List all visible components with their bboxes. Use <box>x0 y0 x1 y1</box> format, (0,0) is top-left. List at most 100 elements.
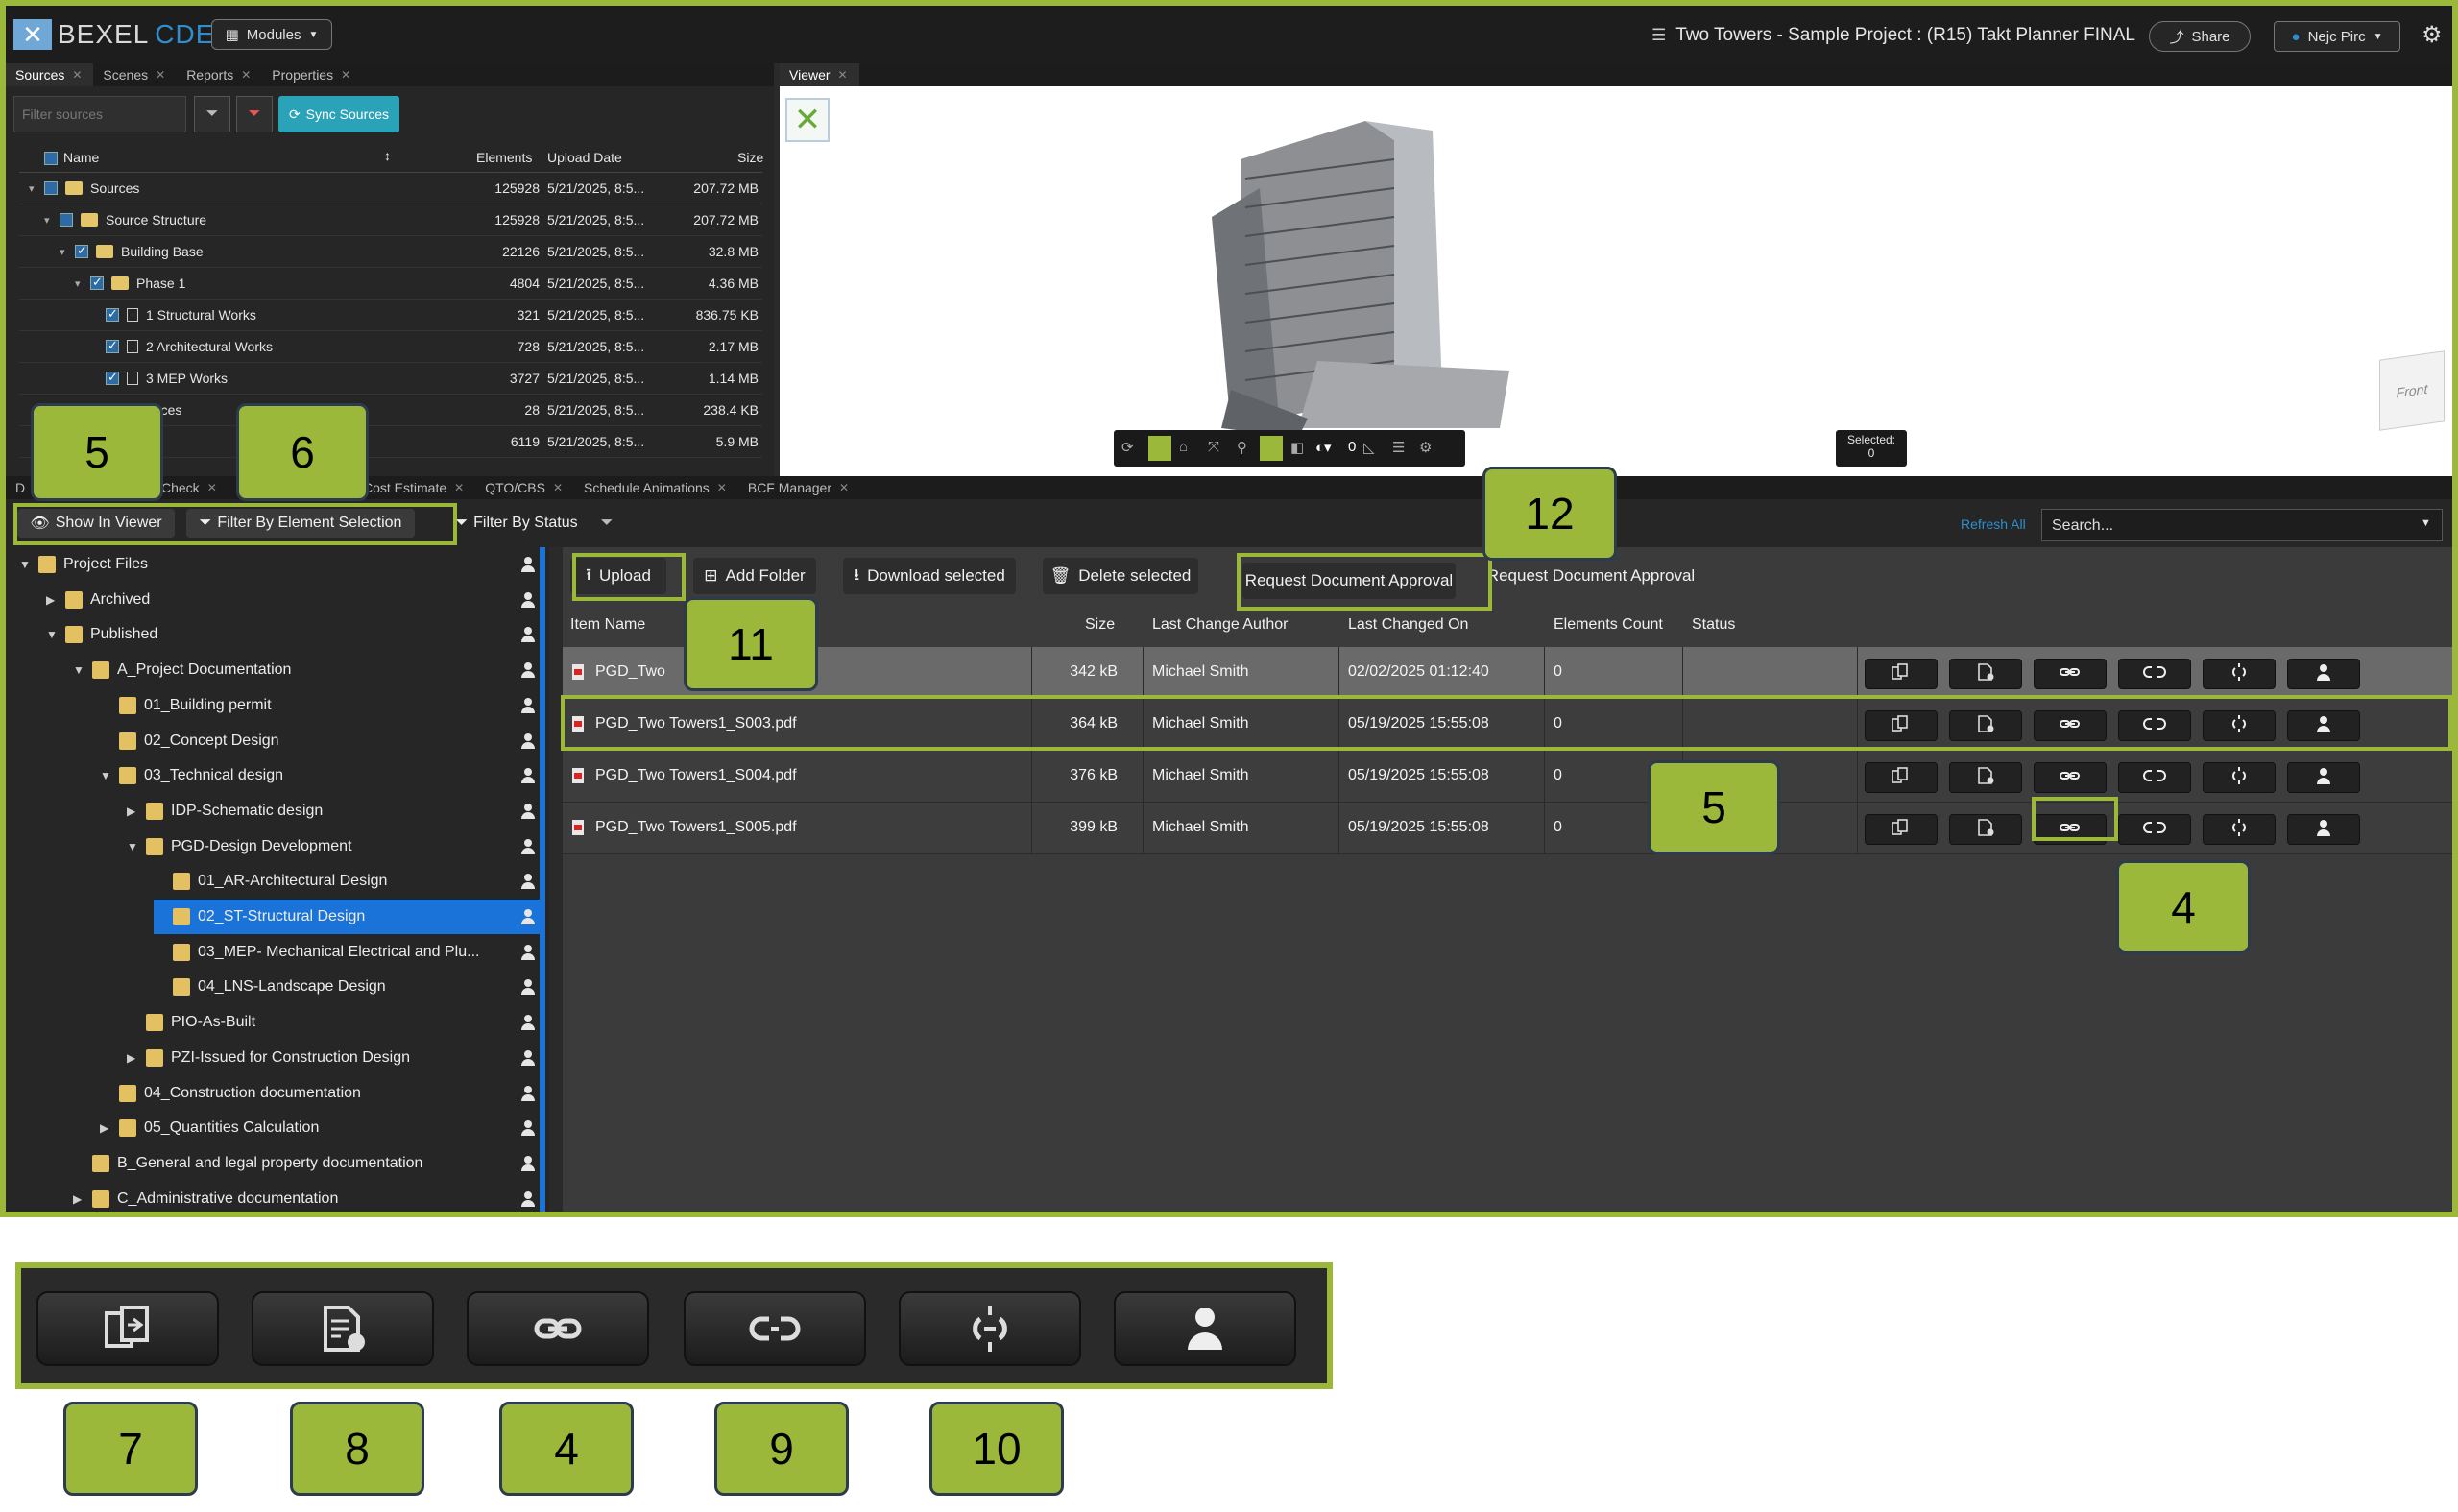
request-approval-button-2[interactable]: Request Document Approval <box>1484 558 1698 594</box>
source-checkbox[interactable] <box>44 181 58 195</box>
tree-item[interactable]: PIO-As-Built <box>127 1005 255 1040</box>
sync-sources-button[interactable]: ⟳ Sync Sources <box>278 96 399 132</box>
tab-properties[interactable]: Properties ✕ <box>262 63 362 86</box>
share-button[interactable]: ⤴ Share <box>2149 21 2251 52</box>
vertical-link-button[interactable] <box>2203 762 2276 793</box>
transmittal-button[interactable] <box>1865 814 1938 845</box>
user-permission-icon[interactable] <box>520 838 536 854</box>
tree-item[interactable]: ▼ PGD-Design Development <box>127 829 352 864</box>
source-row[interactable]: ▾ Sources 125928 5/21/2025, 8:5... 207.72 MB <box>19 173 762 204</box>
home-icon[interactable]: ⌂ <box>1179 439 1188 455</box>
close-icon[interactable]: ✕ <box>717 481 727 494</box>
close-icon[interactable]: ✕ <box>72 68 82 82</box>
filter-by-status-button[interactable]: ⏷ Filter By Status <box>446 509 588 538</box>
tab-reports[interactable]: Reports ✕ <box>177 63 262 86</box>
filter-sources-input[interactable]: Filter sources <box>13 96 186 132</box>
source-row[interactable]: 3 MEP Works 3727 5/21/2025, 8:5... 1.14 MB <box>19 363 762 395</box>
user-permission-icon[interactable] <box>520 1155 536 1171</box>
user-permission-icon[interactable] <box>520 557 536 572</box>
rotate-icon[interactable]: ⟳ <box>1121 439 1134 456</box>
chevron-down-icon[interactable]: ▼ <box>2421 517 2431 529</box>
col-changed[interactable]: Last Changed On <box>1348 616 1468 634</box>
link-button[interactable] <box>2034 762 2107 793</box>
tree-item[interactable]: ▼ Published <box>46 617 157 652</box>
close-icon[interactable]: ✕ <box>241 68 251 82</box>
nav-cube[interactable]: Front <box>2379 350 2445 431</box>
select-icon[interactable] <box>1260 436 1283 461</box>
gear-icon[interactable]: ⚙ <box>2422 21 2443 49</box>
person-button[interactable] <box>2287 762 2360 793</box>
tab-scenes[interactable]: Scenes ✕ <box>93 63 177 86</box>
unlink-button[interactable] <box>2118 762 2191 793</box>
chevron-down-icon[interactable]: ▼ <box>127 840 138 853</box>
col-status[interactable]: Status <box>1692 616 1735 634</box>
tree-item[interactable]: ▶ Archived <box>46 583 150 617</box>
close-icon[interactable]: ✕ <box>553 481 563 494</box>
expand-arrow-icon[interactable]: ▾ <box>44 214 52 227</box>
source-checkbox[interactable] <box>90 275 104 290</box>
chevron-down-icon[interactable]: ▼ <box>73 663 84 677</box>
refresh-all-link[interactable]: Refresh All <box>1961 516 2026 532</box>
user-permission-icon[interactable] <box>520 662 536 679</box>
pan-icon[interactable] <box>1148 436 1171 461</box>
user-permission-icon[interactable] <box>520 732 536 749</box>
tree-item[interactable]: 04_Construction documentation <box>100 1076 361 1111</box>
fit-icon[interactable]: ⤧ <box>1208 439 1219 455</box>
vertical-link-button[interactable] <box>2203 659 2276 689</box>
settings-icon[interactable]: ⚙ <box>1419 439 1432 456</box>
document-info-button[interactable] <box>1949 814 2022 845</box>
walk-icon[interactable]: ⚲ <box>1237 439 1247 456</box>
close-icon[interactable]: ✕ <box>207 481 217 494</box>
tree-item[interactable]: 04_LNS-Landscape Design <box>154 970 386 1004</box>
clear-filter-icon[interactable]: ⏷ <box>236 96 273 132</box>
chevron-down-icon[interactable]: ▼ <box>100 769 111 782</box>
tab-cost-estimate[interactable]: Cost Estimate ✕ <box>353 476 475 499</box>
close-icon[interactable]: ✕ <box>454 481 464 494</box>
chevron-right-icon[interactable]: ▶ <box>127 804 138 818</box>
user-permission-icon[interactable] <box>520 803 536 819</box>
tree-item[interactable]: ▶ C_Administrative documentation <box>73 1182 338 1212</box>
col-size[interactable]: Size <box>737 150 763 165</box>
chevron-down-icon[interactable]: ▼ <box>46 628 58 641</box>
expand-arrow-icon[interactable]: ▾ <box>60 246 67 258</box>
sort-icon[interactable]: ↕ <box>384 148 391 163</box>
link-button[interactable] <box>2034 659 2107 689</box>
unlink-button[interactable] <box>2118 814 2191 845</box>
unlink-button[interactable] <box>2118 659 2191 689</box>
visibility-icon[interactable]: ◐▾ <box>1315 439 1332 456</box>
list-icon[interactable]: ☰ <box>1392 439 1405 456</box>
source-checkbox[interactable] <box>106 338 119 353</box>
tree-item[interactable]: 01_Building permit <box>100 688 272 723</box>
source-checkbox[interactable] <box>106 306 119 322</box>
chevron-down-icon[interactable]: ▼ <box>19 558 31 571</box>
source-row[interactable]: 2 Architectural Works 728 5/21/2025, 8:5..… <box>19 331 762 363</box>
source-row[interactable]: ▾ Building Base 22126 5/21/2025, 8:5... 32.8… <box>19 236 762 268</box>
search-input[interactable]: Search... ▼ <box>2041 509 2443 541</box>
user-permission-icon[interactable] <box>520 1049 536 1066</box>
source-row[interactable]: ▾ Phase 1 4804 5/21/2025, 8:5... 4.36 MB <box>19 268 762 300</box>
chevron-right-icon[interactable]: ▶ <box>127 1051 138 1065</box>
close-icon[interactable]: ✕ <box>838 68 848 82</box>
section-icon[interactable]: ◧ <box>1290 439 1304 456</box>
delete-selected-button[interactable]: 🗑 Delete selected <box>1043 558 1198 594</box>
transmittal-button[interactable] <box>1865 659 1938 689</box>
user-permission-icon[interactable] <box>520 697 536 713</box>
source-row[interactable]: 1 Structural Works 321 5/21/2025, 8:5... 83… <box>19 300 762 331</box>
tree-item[interactable]: ▼ 03_Technical design <box>100 758 283 793</box>
tree-item[interactable]: ▶ 05_Quantities Calculation <box>100 1111 319 1145</box>
tree-item[interactable]: ▼ A_Project Documentation <box>73 653 291 687</box>
person-button[interactable] <box>2287 659 2360 689</box>
document-info-button[interactable] <box>1949 762 2022 793</box>
tree-item[interactable]: B_General and legal property documentati… <box>73 1146 422 1181</box>
source-checkbox[interactable] <box>75 243 88 258</box>
col-upload-date[interactable]: Upload Date <box>547 150 622 165</box>
tab-viewer[interactable]: Viewer ✕ <box>780 63 859 86</box>
funnel-icon[interactable]: ⏷ <box>194 96 230 132</box>
chevron-right-icon[interactable]: ▶ <box>100 1121 111 1135</box>
tree-item[interactable]: 02_Concept Design <box>100 724 279 758</box>
user-permission-icon[interactable] <box>520 1085 536 1101</box>
close-icon[interactable]: ✕ <box>156 68 165 82</box>
close-icon[interactable]: ✕ <box>839 481 849 494</box>
tree-item[interactable]: 01_AR-Architectural Design <box>154 864 387 899</box>
col-item-name[interactable]: Item Name <box>570 616 645 634</box>
